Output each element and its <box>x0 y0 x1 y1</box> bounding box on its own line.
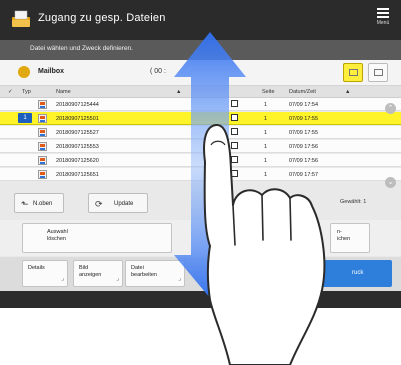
file-preview-icon <box>231 156 238 163</box>
list-view-icon <box>349 69 358 76</box>
caret-icon: ⌟ <box>178 276 181 282</box>
page-count: 1 <box>264 144 268 150</box>
caret-icon: ⌟ <box>61 276 64 282</box>
file-name: 20180907125527 <box>56 130 99 136</box>
show-image-line1: Bild <box>79 265 89 271</box>
sort-arrow-icon: ▲ <box>176 89 182 95</box>
file-type-icon <box>38 170 47 179</box>
edit-file-line2: bearbeiten <box>131 272 157 278</box>
title-bar: Zugang zu gesp. Dateien Menü <box>0 0 401 40</box>
delete-line1: n- <box>337 229 342 235</box>
file-type-icon <box>38 114 47 123</box>
menu-button[interactable]: Menü <box>371 4 395 34</box>
page-count: 1 <box>264 116 268 122</box>
mailbox-icon <box>18 66 30 78</box>
file-preview-icon <box>231 142 238 149</box>
edit-file-line1: Datei <box>131 265 144 271</box>
file-preview-icon <box>231 128 238 135</box>
status-bar <box>0 291 401 308</box>
table-row[interactable]: 20180907125527 1 07/09 17:55 <box>0 126 401 139</box>
file-type-icon <box>38 100 47 109</box>
scroll-up-button[interactable]: ⌃ <box>385 103 396 114</box>
caret-icon: ⌟ <box>116 276 119 282</box>
column-name[interactable]: Name <box>56 89 71 95</box>
up-arrow-icon: ⬑ <box>21 199 29 209</box>
details-label: Details <box>28 265 45 271</box>
refresh-icon: ⟳ <box>95 199 103 209</box>
print-label: ruck <box>352 270 364 276</box>
up-button[interactable]: ⬑ N.oben <box>14 193 64 213</box>
column-type[interactable]: Typ <box>22 89 31 95</box>
table-row[interactable]: 20180907125620 1 07/09 17:56 <box>0 154 401 167</box>
file-name: 20180907125651 <box>56 172 99 178</box>
thumbnail-view-icon <box>374 69 383 76</box>
select-all-check[interactable]: ✓ <box>8 89 13 95</box>
file-preview-icon <box>231 170 238 177</box>
file-datetime: 07/09 17:57 <box>289 172 319 178</box>
file-name: 20180907125444 <box>56 102 99 108</box>
page-indicator: 1/1 <box>290 199 298 205</box>
file-type-icon <box>38 128 47 137</box>
instruction-text: Datei wählen und Zweck definieren. <box>30 45 133 52</box>
file-preview-icon <box>231 100 238 107</box>
clear-selection-line1: Auswahl <box>47 229 68 235</box>
list-view-button[interactable] <box>343 63 363 82</box>
selected-count: Gewählt: 1 <box>340 199 367 205</box>
page-count: 1 <box>264 172 268 178</box>
file-type-icon <box>38 156 47 165</box>
table-row[interactable]: 20180907125444 1 07/09 17:54 <box>0 98 401 111</box>
location-count: ( 00 : <box>150 68 166 75</box>
clear-selection-button[interactable]: Auswahl löschen <box>22 223 172 253</box>
update-label: Update <box>114 201 134 207</box>
sort-arrow-icon: ▲ <box>345 89 351 95</box>
details-button[interactable]: Details ⌟ <box>22 260 68 287</box>
delete-line2: ichen <box>337 236 351 242</box>
up-label: N.oben <box>33 201 53 207</box>
location-name: Mailbox <box>38 68 65 75</box>
update-button[interactable]: ⟳ Update <box>88 193 148 213</box>
file-name: 20180907125501 <box>56 116 99 122</box>
table-row[interactable]: 20180907125553 1 07/09 17:56 <box>0 140 401 153</box>
file-preview-icon <box>231 114 238 121</box>
menu-label: Menü <box>376 20 390 26</box>
column-datetime[interactable]: Datum/Zeit <box>289 89 316 95</box>
file-name: 20180907125553 <box>56 144 99 150</box>
page-count: 1 <box>264 158 268 164</box>
file-datetime: 07/09 17:54 <box>289 102 319 108</box>
page-count: 1 <box>264 130 268 136</box>
print-button[interactable]: ruck <box>290 260 392 287</box>
thumbnail-view-button[interactable] <box>368 63 388 82</box>
instruction-bar: Datei wählen und Zweck definieren. <box>0 40 401 60</box>
page-count: 1 <box>264 102 268 108</box>
file-table-header: ✓ Typ Name ▲ Seite Datum/Zeit ▲ <box>0 86 401 98</box>
file-datetime: 07/09 17:56 <box>289 158 319 164</box>
file-datetime: 07/09 17:56 <box>289 144 319 150</box>
selection-number: 1 <box>18 113 32 123</box>
file-datetime: 07/09 17:55 <box>289 130 319 136</box>
table-row[interactable]: 1 20180907125501 1 07/09 17:55 <box>0 112 401 125</box>
file-name: 20180907125620 <box>56 158 99 164</box>
table-row[interactable]: 20180907125651 1 07/09 17:57 <box>0 168 401 181</box>
file-access-icon <box>12 10 30 27</box>
file-datetime: 07/09 17:55 <box>289 116 319 122</box>
file-type-icon <box>38 142 47 151</box>
clear-selection-line2: löschen <box>47 236 66 242</box>
edit-file-button[interactable]: Datei bearbeiten ⌟ <box>125 260 185 287</box>
scroll-down-button[interactable]: ⌄ <box>385 177 396 188</box>
show-image-button[interactable]: Bild anzeigen ⌟ <box>73 260 123 287</box>
location-bar: Mailbox ( 00 : <box>0 60 401 86</box>
delete-button[interactable]: n- ichen <box>330 223 370 253</box>
device-screen: Zugang zu gesp. Dateien Menü Datei wähle… <box>0 0 401 308</box>
window-title: Zugang zu gesp. Dateien <box>38 12 166 24</box>
menu-icon <box>377 8 389 18</box>
column-pages[interactable]: Seite <box>262 89 275 95</box>
